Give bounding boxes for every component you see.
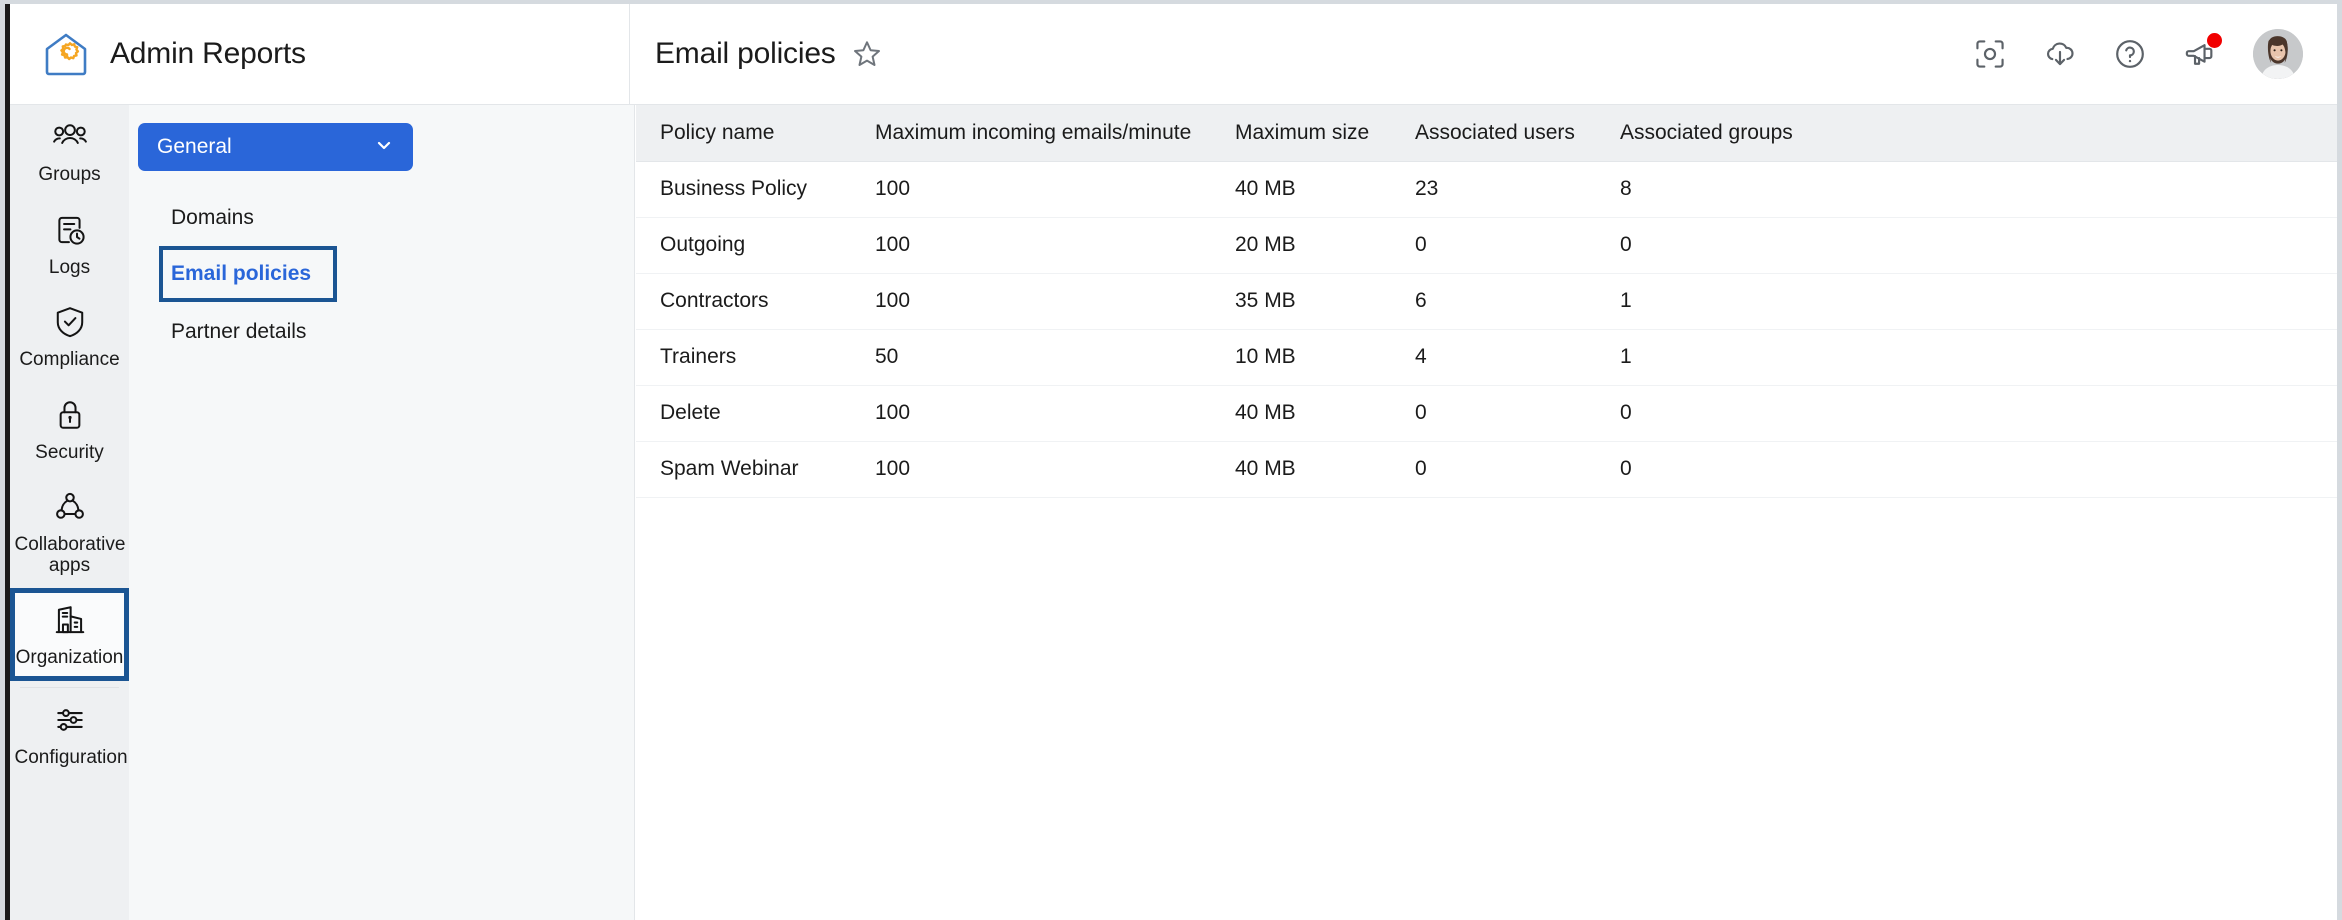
shield-check-icon <box>54 303 86 341</box>
subnav-item-partner-details[interactable]: Partner details <box>129 303 634 360</box>
table-row[interactable]: Trainers 50 10 MB 4 1 <box>636 329 2337 386</box>
building-icon <box>54 601 86 639</box>
cell-max-incoming: 100 <box>851 273 1211 330</box>
cell-associated-users: 0 <box>1391 217 1596 274</box>
sidebar-label: Logs <box>48 256 91 278</box>
top-bar: Admin Reports Email policies <box>10 4 2337 105</box>
sidebar-label: Groups <box>38 164 101 185</box>
subnav-item-email-policies[interactable]: Email policies <box>159 246 337 302</box>
cell-associated-groups: 0 <box>1596 385 2337 442</box>
cell-max-size: 40 MB <box>1211 385 1391 442</box>
column-header-max-incoming[interactable]: Maximum incoming emails/minute <box>851 105 1211 162</box>
main-content: Policy name Maximum incoming emails/minu… <box>636 105 2337 920</box>
column-header-max-size[interactable]: Maximum size <box>1211 105 1391 162</box>
notification-badge <box>2207 33 2222 48</box>
sidebar-item-configuration[interactable]: Configuration <box>10 688 129 781</box>
cell-policy-name: Business Policy <box>636 161 851 218</box>
icon-sidebar: Groups Logs Compliance Security Collabor… <box>10 105 129 920</box>
star-outline-icon[interactable] <box>852 39 882 69</box>
brand: Admin Reports <box>10 4 630 104</box>
cell-associated-users: 0 <box>1391 441 1596 498</box>
cell-max-incoming: 100 <box>851 441 1211 498</box>
sidebar-label: Configuration <box>14 746 128 768</box>
sidebar-label: Compliance <box>19 349 120 371</box>
cell-associated-groups: 1 <box>1596 329 2337 386</box>
subnav-label: Email policies <box>171 262 312 285</box>
cell-policy-name: Contractors <box>636 273 851 330</box>
table-row[interactable]: Contractors 100 35 MB 6 1 <box>636 273 2337 330</box>
subnav-item-domains[interactable]: Domains <box>129 189 634 246</box>
sliders-icon <box>54 701 86 739</box>
page-title: Email policies <box>655 37 836 70</box>
column-header-policy-name[interactable]: Policy name <box>636 105 851 162</box>
sidebar-item-logs[interactable]: Logs <box>10 198 129 291</box>
sidebar-label: Collaborative apps <box>14 534 126 576</box>
sidebar-item-organization[interactable]: Organization <box>10 588 129 681</box>
email-policies-table: Policy name Maximum incoming emails/minu… <box>636 105 2337 498</box>
chevron-down-icon <box>374 135 394 160</box>
lock-icon <box>55 396 85 434</box>
user-avatar[interactable] <box>2253 29 2303 79</box>
cell-max-size: 35 MB <box>1211 273 1391 330</box>
column-header-associated-users[interactable]: Associated users <box>1391 105 1596 162</box>
cell-max-incoming: 100 <box>851 385 1211 442</box>
cell-associated-groups: 1 <box>1596 273 2337 330</box>
announcement-icon[interactable] <box>2177 31 2223 77</box>
table-row[interactable]: Delete 100 40 MB 0 0 <box>636 385 2337 442</box>
cell-associated-users: 6 <box>1391 273 1596 330</box>
cell-associated-groups: 0 <box>1596 217 2337 274</box>
cell-policy-name: Trainers <box>636 329 851 386</box>
app-window: Admin Reports Email policies Groups Logs… <box>5 4 2337 920</box>
cell-policy-name: Delete <box>636 385 851 442</box>
secondary-sidebar: General Domains Email policies Partner d… <box>129 105 635 920</box>
table-body: Business Policy 100 40 MB 23 8 Outgoing … <box>636 161 2337 498</box>
table-row[interactable]: Spam Webinar 100 40 MB 0 0 <box>636 441 2337 498</box>
sidebar-item-groups[interactable]: Groups <box>10 105 129 198</box>
top-bar-actions <box>1967 29 2337 79</box>
cell-associated-groups: 8 <box>1596 161 2337 218</box>
group-people-icon <box>52 118 88 156</box>
cell-associated-users: 4 <box>1391 329 1596 386</box>
help-icon[interactable] <box>2107 31 2153 77</box>
sidebar-label: Organization <box>15 647 124 669</box>
subnav-label: Partner details <box>171 319 307 343</box>
network-nodes-icon <box>54 488 86 526</box>
cell-max-size: 40 MB <box>1211 161 1391 218</box>
log-clock-icon <box>53 211 87 249</box>
cloud-download-icon[interactable] <box>2037 31 2083 77</box>
cell-policy-name: Outgoing <box>636 217 851 274</box>
table-header-row: Policy name Maximum incoming emails/minu… <box>636 105 2337 162</box>
cell-max-size: 10 MB <box>1211 329 1391 386</box>
column-header-associated-groups[interactable]: Associated groups <box>1596 105 2337 162</box>
sidebar-item-collaborative-apps[interactable]: Collaborative apps <box>10 475 129 588</box>
table-row[interactable]: Business Policy 100 40 MB 23 8 <box>636 161 2337 218</box>
cell-max-incoming: 100 <box>851 161 1211 218</box>
cell-max-incoming: 50 <box>851 329 1211 386</box>
cell-max-size: 40 MB <box>1211 441 1391 498</box>
sidebar-item-security[interactable]: Security <box>10 383 129 476</box>
cell-policy-name: Spam Webinar <box>636 441 851 498</box>
secondary-nav-list: Domains Email policies Partner details <box>129 189 634 360</box>
cell-associated-groups: 0 <box>1596 441 2337 498</box>
table-row[interactable]: Outgoing 100 20 MB 0 0 <box>636 217 2337 274</box>
house-gear-icon <box>42 30 90 78</box>
cell-associated-users: 0 <box>1391 385 1596 442</box>
cell-max-incoming: 100 <box>851 217 1211 274</box>
subnav-label: Domains <box>171 205 254 229</box>
cell-associated-users: 23 <box>1391 161 1596 218</box>
general-dropdown[interactable]: General <box>138 123 413 171</box>
page-header: Email policies <box>630 4 1967 104</box>
general-dropdown-label: General <box>157 135 232 158</box>
sidebar-item-compliance[interactable]: Compliance <box>10 290 129 383</box>
brand-title: Admin Reports <box>110 37 306 70</box>
table-header: Policy name Maximum incoming emails/minu… <box>636 105 2337 162</box>
cell-max-size: 20 MB <box>1211 217 1391 274</box>
sidebar-label: Security <box>35 441 104 463</box>
screenshot-icon[interactable] <box>1967 31 2013 77</box>
